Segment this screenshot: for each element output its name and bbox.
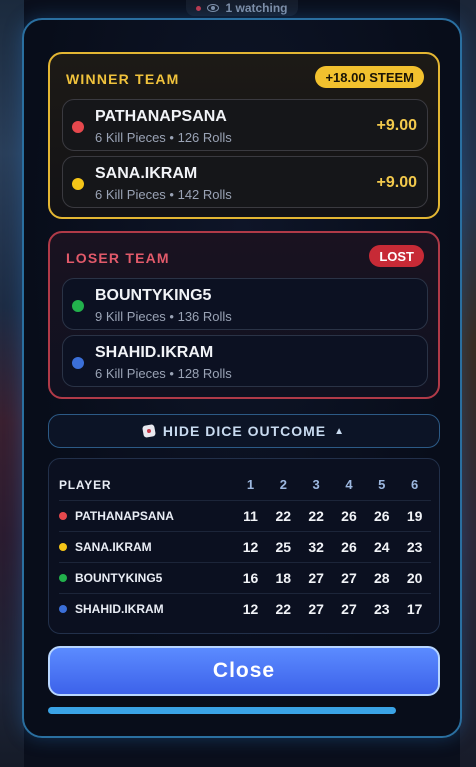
player-color-dot xyxy=(59,573,67,582)
hide-dice-outcome-button[interactable]: HIDE DICE OUTCOME ▲ xyxy=(48,414,440,448)
player-color-dot xyxy=(72,178,84,190)
table-cell: 27 xyxy=(341,600,357,617)
winner-player-row: PATHANAPSANA 6 Kill Pieces • 126 Rolls +… xyxy=(62,99,428,151)
row-player-name: SHAHID.IKRAM xyxy=(75,601,164,616)
player-stats: 6 Kill Pieces • 128 Rolls xyxy=(95,366,232,381)
winner-team-title: WINNER TEAM xyxy=(66,71,180,87)
player-stats: 9 Kill Pieces • 136 Rolls xyxy=(95,309,232,324)
watching-label: 1 watching xyxy=(225,1,288,15)
table-cell: 25 xyxy=(275,538,292,555)
player-score: +9.00 xyxy=(376,117,417,134)
close-button[interactable]: Close xyxy=(48,646,440,696)
player-name: SANA.IKRAM xyxy=(95,165,198,182)
table-cell: 12 xyxy=(242,600,259,617)
progress-bar xyxy=(48,707,396,714)
table-row: SHAHID.IKRAM 12 22 27 27 23 17 xyxy=(59,593,431,624)
table-cell: 16 xyxy=(242,569,259,586)
chevron-up-icon: ▲ xyxy=(334,425,346,437)
loser-team-card: LOSER TEAM LOST BOUNTYKING5 9 Kill Piece… xyxy=(48,231,440,399)
table-cell: 26 xyxy=(374,507,390,524)
table-cell: 22 xyxy=(275,600,292,617)
column-header: 1 xyxy=(246,477,255,492)
column-header: 3 xyxy=(312,477,320,492)
table-cell: 26 xyxy=(341,507,357,524)
winner-reward-badge: +18.00 STEEM xyxy=(315,66,424,88)
player-color-dot xyxy=(59,542,67,551)
row-player-name: PATHANAPSANA xyxy=(75,508,174,523)
table-cell: 28 xyxy=(374,569,390,586)
table-cell: 24 xyxy=(374,538,390,555)
player-name: SHAHID.IKRAM xyxy=(95,344,214,361)
row-player-name: SANA.IKRAM xyxy=(75,539,152,554)
row-player-name: BOUNTYKING5 xyxy=(75,570,163,585)
table-cell: 32 xyxy=(308,538,324,555)
table-cell: 17 xyxy=(406,600,423,617)
player-color-dot xyxy=(72,357,84,369)
table-cell: 26 xyxy=(341,538,357,555)
player-color-dot xyxy=(59,511,67,520)
column-header: 2 xyxy=(279,477,287,492)
table-cell: 27 xyxy=(308,600,324,617)
table-cell: 22 xyxy=(308,507,324,524)
winner-team-card: WINNER TEAM +18.00 STEEM PATHANAPSANA 6 … xyxy=(48,52,440,219)
table-row: PATHANAPSANA 11 22 22 26 26 19 xyxy=(59,500,431,532)
table-cell: 11 xyxy=(243,507,258,524)
player-color-dot xyxy=(72,121,84,133)
table-cell: 23 xyxy=(374,600,390,617)
loser-player-row: SHAHID.IKRAM 6 Kill Pieces • 128 Rolls xyxy=(62,335,428,387)
table-cell: 27 xyxy=(341,569,357,586)
background-left-edge xyxy=(0,0,24,767)
loser-player-row: BOUNTYKING5 9 Kill Pieces • 136 Rolls xyxy=(62,278,428,330)
player-name: PATHANAPSANA xyxy=(95,108,227,125)
column-header-player: PLAYER xyxy=(59,477,112,492)
column-header: 4 xyxy=(345,477,353,492)
table-cell: 12 xyxy=(242,538,259,555)
row-player: PATHANAPSANA xyxy=(59,509,234,523)
dice-icon xyxy=(141,424,156,438)
loser-team-title: LOSER TEAM xyxy=(66,250,170,266)
winner-player-row: SANA.IKRAM 6 Kill Pieces • 142 Rolls +9.… xyxy=(62,156,428,208)
watching-indicator: 1 watching xyxy=(186,0,298,16)
player-score: +9.00 xyxy=(376,174,417,191)
player-stats: 6 Kill Pieces • 126 Rolls xyxy=(95,130,232,145)
column-header: 5 xyxy=(378,477,386,492)
eye-icon xyxy=(207,4,220,12)
player-name: BOUNTYKING5 xyxy=(95,287,212,304)
live-dot-icon xyxy=(196,5,202,11)
table-cell: 22 xyxy=(275,507,292,524)
column-header: 6 xyxy=(411,477,419,492)
player-color-dot xyxy=(59,604,67,613)
table-row: SANA.IKRAM 12 25 32 26 24 23 xyxy=(59,531,431,563)
row-player: SHAHID.IKRAM xyxy=(59,602,234,616)
table-cell: 27 xyxy=(308,569,324,586)
table-cell: 20 xyxy=(406,569,423,586)
background-right-edge xyxy=(460,0,476,767)
table-cell: 18 xyxy=(275,569,292,586)
table-header-row: PLAYER 1 2 3 4 5 6 xyxy=(59,469,431,501)
player-color-dot xyxy=(72,300,84,312)
lost-badge: LOST xyxy=(369,245,424,267)
dice-outcome-table: PLAYER 1 2 3 4 5 6 PATHANAPSANA 11 22 22… xyxy=(48,458,440,634)
table-row: BOUNTYKING5 16 18 27 27 28 20 xyxy=(59,562,431,594)
row-player: BOUNTYKING5 xyxy=(59,571,234,585)
dice-toggle-label: HIDE DICE OUTCOME xyxy=(162,423,327,439)
table-cell: 19 xyxy=(406,507,423,524)
player-stats: 6 Kill Pieces • 142 Rolls xyxy=(95,187,232,202)
row-player: SANA.IKRAM xyxy=(59,540,234,554)
game-result-modal: WINNER TEAM +18.00 STEEM PATHANAPSANA 6 … xyxy=(22,18,462,738)
table-cell: 23 xyxy=(406,538,423,555)
